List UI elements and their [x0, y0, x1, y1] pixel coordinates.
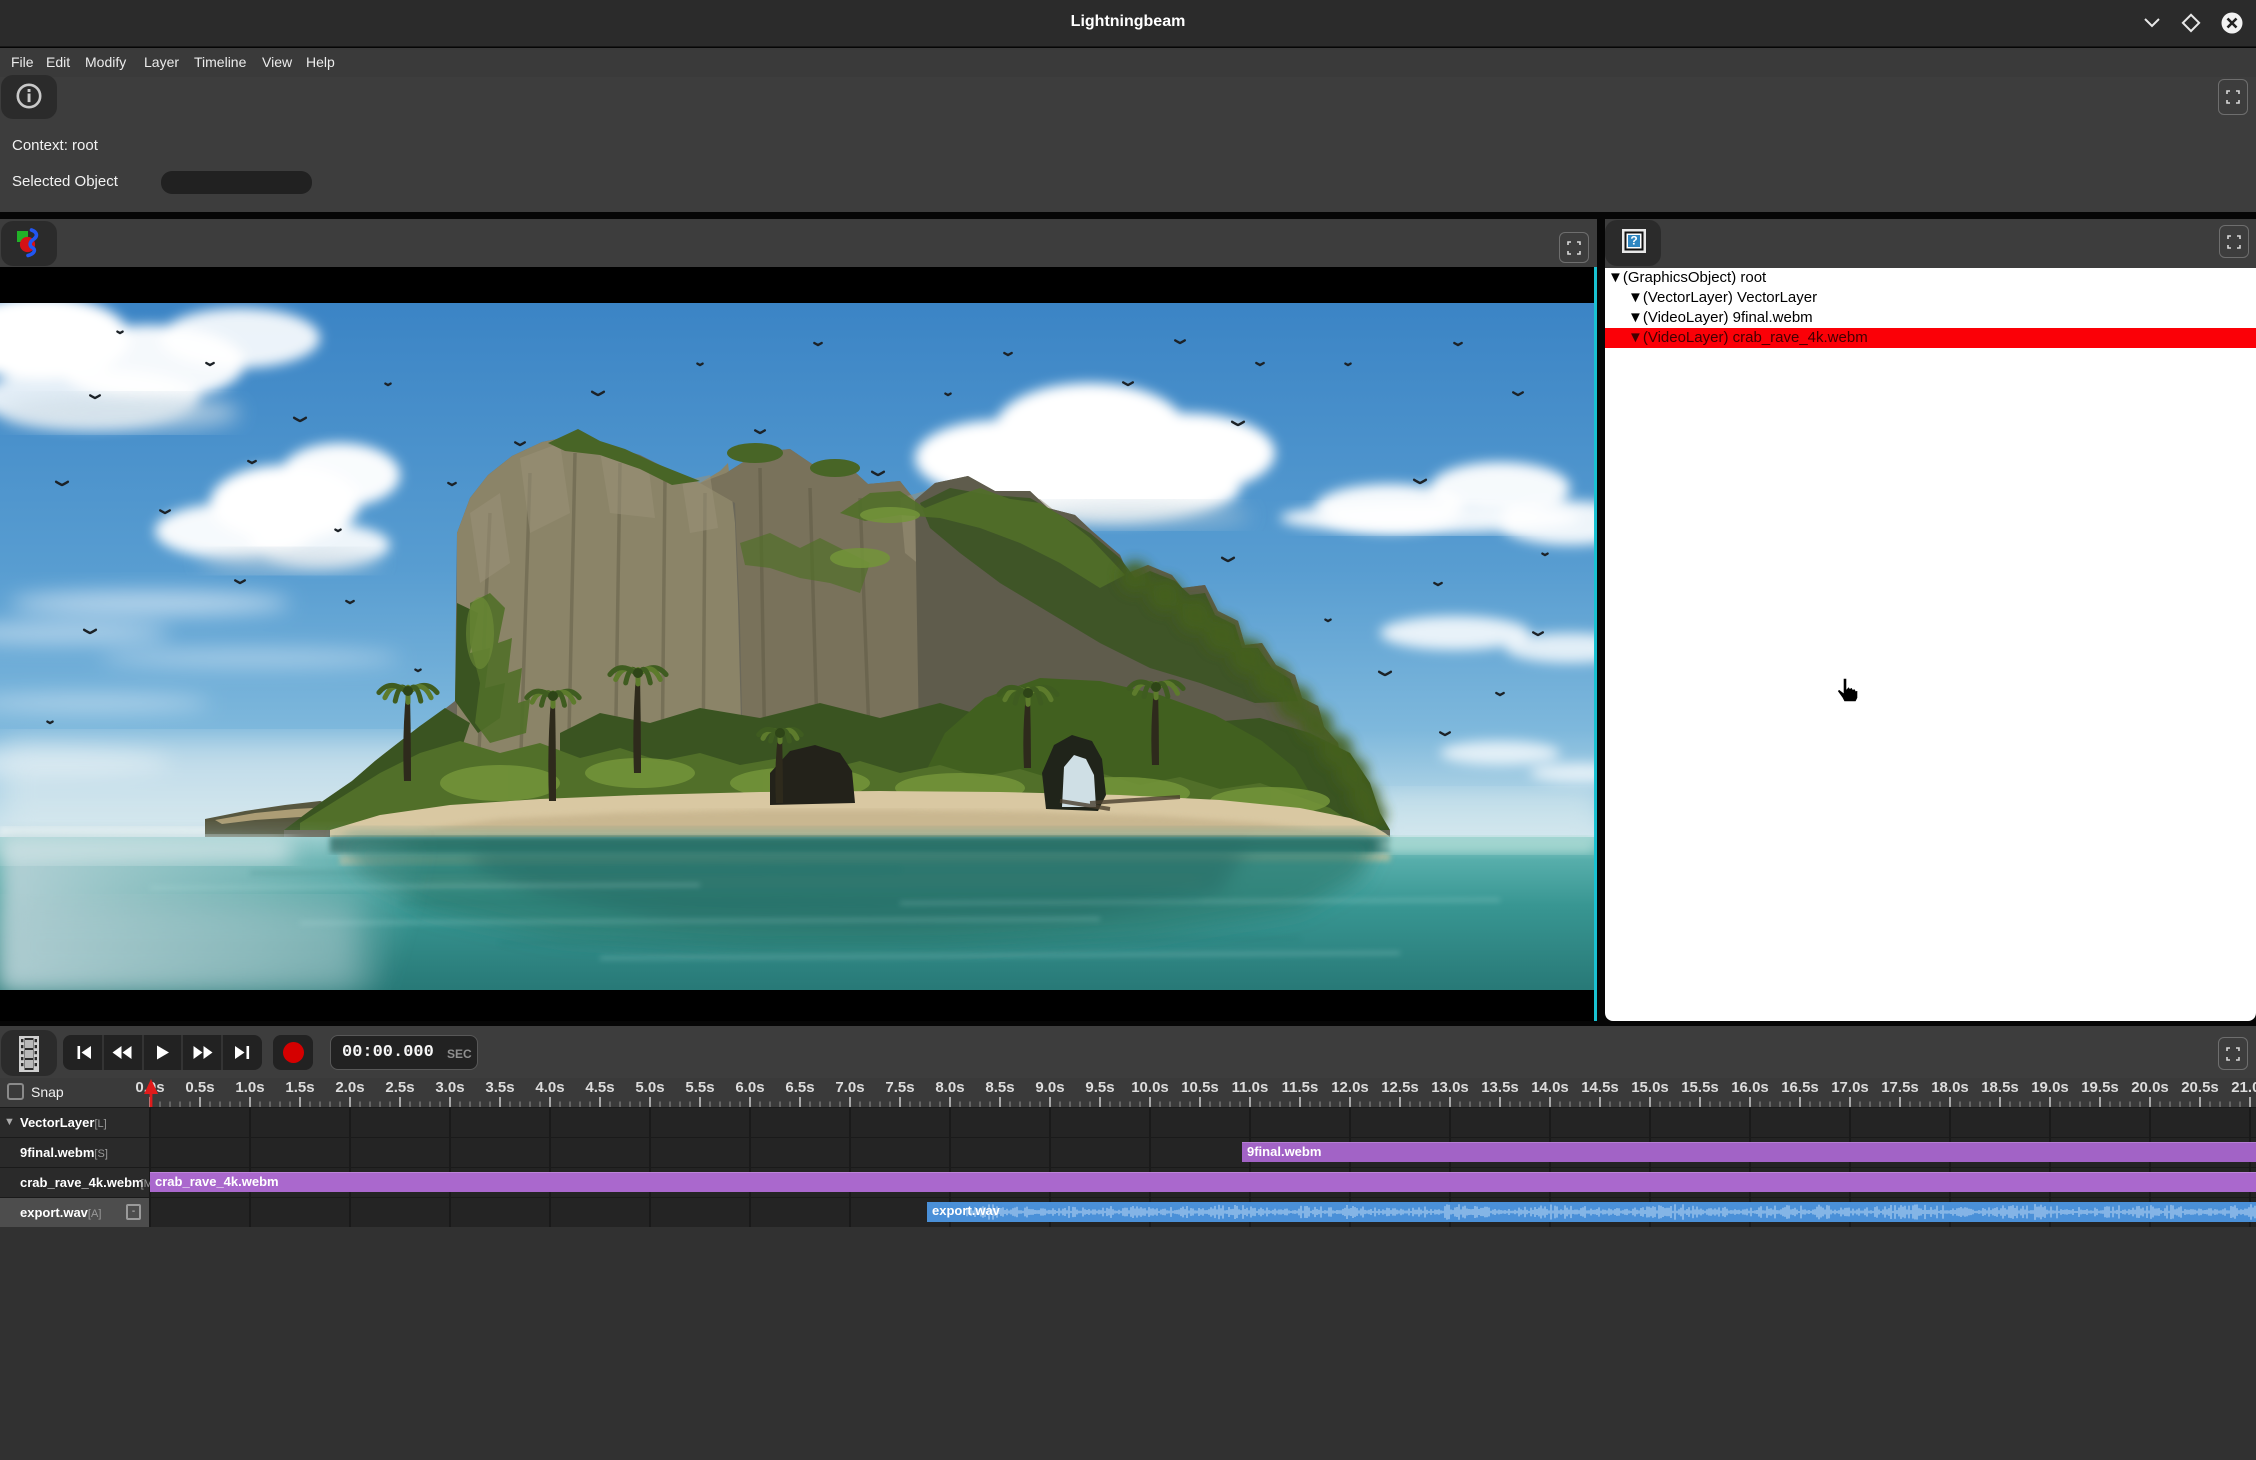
svg-text:11.0s: 11.0s [1232, 1079, 1269, 1096]
svg-text:10.5s: 10.5s [1181, 1079, 1219, 1096]
svg-text:4.5s: 4.5s [585, 1079, 614, 1096]
svg-text:13.0s: 13.0s [1431, 1079, 1469, 1096]
svg-text:2.0s: 2.0s [335, 1079, 364, 1096]
svg-text:18.5s: 18.5s [1981, 1079, 2019, 1096]
svg-text:17.0s: 17.0s [1831, 1079, 1869, 1096]
svg-text:7.0s: 7.0s [835, 1079, 864, 1096]
svg-text:21.0s: 21.0s [2231, 1079, 2256, 1096]
svg-text:15.0s: 15.0s [1631, 1079, 1669, 1096]
svg-text:9.0s: 9.0s [1035, 1079, 1064, 1096]
svg-text:0.5s: 0.5s [185, 1079, 214, 1096]
svg-text:16.0s: 16.0s [1731, 1079, 1769, 1096]
svg-text:7.5s: 7.5s [885, 1079, 914, 1096]
svg-text:1.0s: 1.0s [235, 1079, 264, 1096]
svg-text:12.0s: 12.0s [1331, 1079, 1369, 1096]
svg-text:20.0s: 20.0s [2131, 1079, 2169, 1096]
svg-text:10.0s: 10.0s [1131, 1079, 1169, 1096]
svg-text:3.5s: 3.5s [485, 1079, 514, 1096]
svg-text:17.5s: 17.5s [1881, 1079, 1919, 1096]
svg-text:3.0s: 3.0s [435, 1079, 464, 1096]
svg-text:8.5s: 8.5s [985, 1079, 1014, 1096]
svg-text:19.5s: 19.5s [2081, 1079, 2119, 1096]
svg-text:6.0s: 6.0s [735, 1079, 764, 1096]
svg-text:15.5s: 15.5s [1681, 1079, 1719, 1096]
svg-text:13.5s: 13.5s [1481, 1079, 1519, 1096]
svg-text:19.0s: 19.0s [2031, 1079, 2069, 1096]
svg-text:4.0s: 4.0s [535, 1079, 564, 1096]
svg-text:5.0s: 5.0s [635, 1079, 664, 1096]
svg-text:6.5s: 6.5s [785, 1079, 814, 1096]
svg-text:14.5s: 14.5s [1581, 1079, 1619, 1096]
svg-text:18.0s: 18.0s [1931, 1079, 1969, 1096]
svg-text:5.5s: 5.5s [685, 1079, 714, 1096]
svg-text:12.5s: 12.5s [1381, 1079, 1419, 1096]
svg-text:2.5s: 2.5s [385, 1079, 414, 1096]
svg-text:1.5s: 1.5s [285, 1079, 314, 1096]
svg-text:?: ? [1630, 234, 1637, 248]
svg-text:9.5s: 9.5s [1085, 1079, 1114, 1096]
svg-text:8.0s: 8.0s [935, 1079, 964, 1096]
svg-text:20.5s: 20.5s [2181, 1079, 2219, 1096]
svg-text:11.5s: 11.5s [1282, 1079, 1319, 1096]
svg-text:14.0s: 14.0s [1531, 1079, 1569, 1096]
svg-text:16.5s: 16.5s [1781, 1079, 1819, 1096]
